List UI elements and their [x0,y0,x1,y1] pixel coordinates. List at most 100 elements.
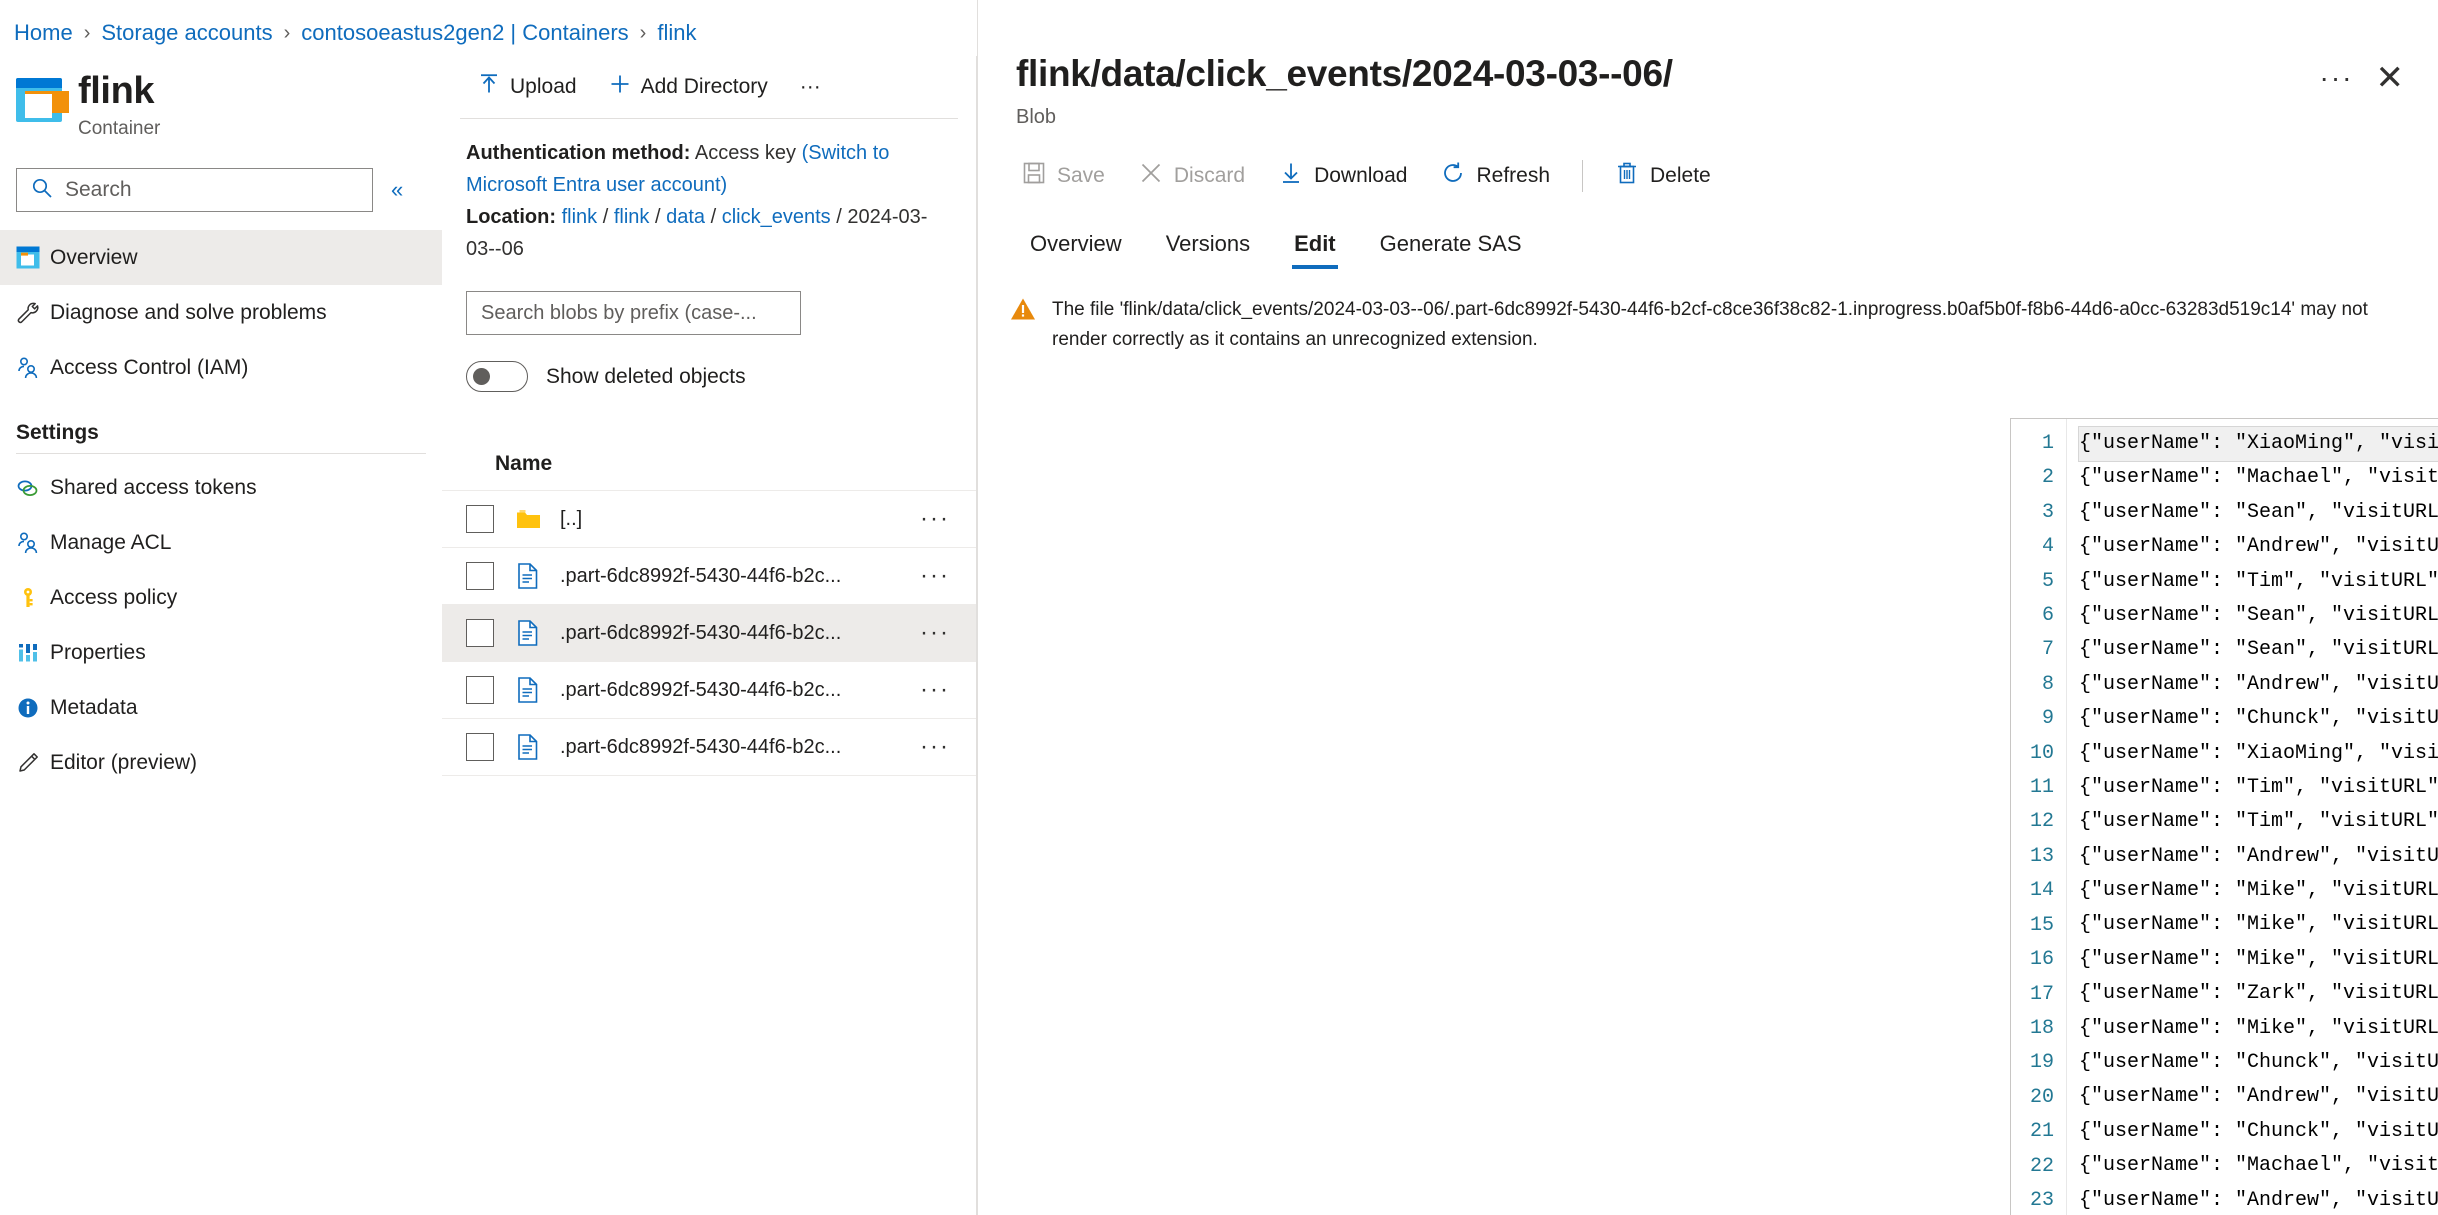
trash-icon [1615,161,1639,191]
sidebar-item-editor-preview[interactable]: Editor (preview) [0,735,442,790]
location-separator: / [602,206,609,228]
sidebar-item-metadata[interactable]: Metadata [0,680,442,735]
tab-overview[interactable]: Overview [1008,221,1144,269]
blob-blade: flink/data/click_events/2024-03-03--06/ … [977,0,2438,1215]
list-item[interactable]: .part-6dc8992f-5430-44f6-b2c... ··· [442,547,976,604]
list-item[interactable]: [..] ··· [442,490,976,547]
blob-code-editor[interactable]: 123456789101112131415161718192021222324 … [2010,418,2438,1215]
discard-x-icon [1139,161,1163,191]
sidebar-group-divider [16,453,426,454]
row-checkbox[interactable] [466,676,494,704]
sidebar-nav: Overview Diagnose and solve problems Acc… [0,230,442,790]
show-deleted-objects-toggle[interactable] [466,361,528,392]
blob-list-end-divider [442,775,976,776]
sidebar-item-label: Manage ACL [50,530,172,554]
blade-title: flink/data/click_events/2024-03-03--06/ [1016,53,1673,94]
search-input-wrap[interactable] [16,168,373,212]
show-deleted-objects-row: Show deleted objects [466,361,976,392]
sidebar-item-label: Metadata [50,695,138,719]
sidebar-item-manage-acl[interactable]: Manage ACL [0,515,442,570]
sidebar-group-settings: Settings [16,421,99,444]
blob-name: .part-6dc8992f-5430-44f6-b2c... [560,678,842,701]
editor-code-area[interactable]: {"userName": "XiaoMing", "visitURL": "ht… [2067,419,2438,1215]
delete-button[interactable]: Delete [1601,153,1725,199]
discard-button-label: Discard [1173,164,1246,187]
row-more-button[interactable]: ··· [920,562,976,590]
row-more-button[interactable]: ··· [920,505,976,533]
row-checkbox[interactable] [466,505,494,533]
sidebar-item-access-control-iam[interactable]: Access Control (IAM) [0,340,442,395]
sidebar-collapse-button[interactable]: « [391,177,403,203]
row-checkbox[interactable] [466,619,494,647]
file-icon [516,563,546,589]
row-more-button[interactable]: ··· [920,733,976,761]
refresh-button-label: Refresh [1476,164,1550,187]
sidebar-item-diagnose-and-solve-problems[interactable]: Diagnose and solve problems [0,285,442,340]
list-item[interactable]: .part-6dc8992f-5430-44f6-b2c... ··· [442,604,976,661]
breadcrumb-item-flink[interactable]: flink [657,20,696,46]
sidebar-item-access-policy[interactable]: Access policy [0,570,442,625]
sidebar-item-properties[interactable]: Properties [0,625,442,680]
show-deleted-objects-label: Show deleted objects [546,364,746,388]
upload-button-label: Upload [510,75,577,98]
upload-button[interactable]: Upload [466,67,589,107]
sidebar-item-overview[interactable]: Overview [0,230,442,285]
sidebar-item-label: Access policy [50,585,178,609]
sidebar-search-row: « [16,168,442,212]
blob-name: .part-6dc8992f-5430-44f6-b2c... [560,621,842,644]
close-icon[interactable]: ✕ [2376,61,2405,95]
warning-text: The file 'flink/data/click_events/2024-0… [1052,299,2368,350]
location-label: Location: [466,206,556,228]
location-part-click-events[interactable]: click_events [722,206,831,228]
sidebar-item-label: Editor (preview) [50,750,198,774]
page-subtitle: Container [78,118,161,139]
list-item[interactable]: .part-6dc8992f-5430-44f6-b2c... ··· [442,718,976,775]
tab-generate-sas[interactable]: Generate SAS [1358,221,1544,269]
tab-edit[interactable]: Edit [1272,221,1358,269]
azure-portal-blob-editor: Home › Storage accounts › contosoeastus2… [0,0,2438,1215]
breadcrumb-separator: › [639,21,647,44]
save-button-label: Save [1057,164,1105,187]
row-checkbox[interactable] [466,562,494,590]
location-part-flink[interactable]: flink [614,206,650,228]
blob-prefix-search-input[interactable] [479,300,788,326]
link-rings-icon [16,477,50,499]
list-item[interactable]: .part-6dc8992f-5430-44f6-b2c... ··· [442,661,976,718]
breadcrumb-separator: › [83,21,91,44]
info-icon [16,696,50,720]
row-checkbox[interactable] [466,733,494,761]
pencil-icon [16,751,50,775]
breadcrumb-item-containers[interactable]: contosoeastus2gen2 | Containers [301,20,628,46]
tab-versions[interactable]: Versions [1144,221,1272,269]
breadcrumb-item-storage-accounts[interactable]: Storage accounts [101,20,272,46]
download-button[interactable]: Download [1265,153,1421,199]
location-separator: / [836,206,842,228]
row-more-button[interactable]: ··· [920,619,976,647]
breadcrumb: Home › Storage accounts › contosoeastus2… [14,14,696,52]
container-toolbar: Upload Add Directory ··· [442,56,976,118]
save-button[interactable]: Save [1008,153,1119,199]
people-icon [16,531,50,555]
blob-prefix-search-wrap[interactable] [466,291,801,335]
refresh-button[interactable]: Refresh [1427,153,1564,199]
auth-method-label: Authentication method: [466,142,691,164]
plus-icon [609,73,631,101]
blade-more-button[interactable]: ··· [2320,62,2354,94]
resource-header: flink Container [0,56,442,140]
row-more-button[interactable]: ··· [920,676,976,704]
container-icon [16,246,50,269]
location-part-data[interactable]: data [666,206,705,228]
search-icon [31,177,53,204]
blade-subtitle: Blob [1016,106,1057,128]
discard-button[interactable]: Discard [1125,153,1259,199]
location-part-flink-container[interactable]: flink [562,206,598,228]
sidebar-item-shared-access-tokens[interactable]: Shared access tokens [0,460,442,515]
search-input[interactable] [63,177,362,203]
download-icon [1279,161,1303,191]
breadcrumb-item-home[interactable]: Home [14,20,73,46]
container-more-button[interactable]: ··· [788,69,833,105]
page-title: flink [78,70,155,112]
add-directory-button[interactable]: Add Directory [597,67,780,107]
blob-list-column-name: Name [495,452,553,475]
file-icon [516,620,546,646]
